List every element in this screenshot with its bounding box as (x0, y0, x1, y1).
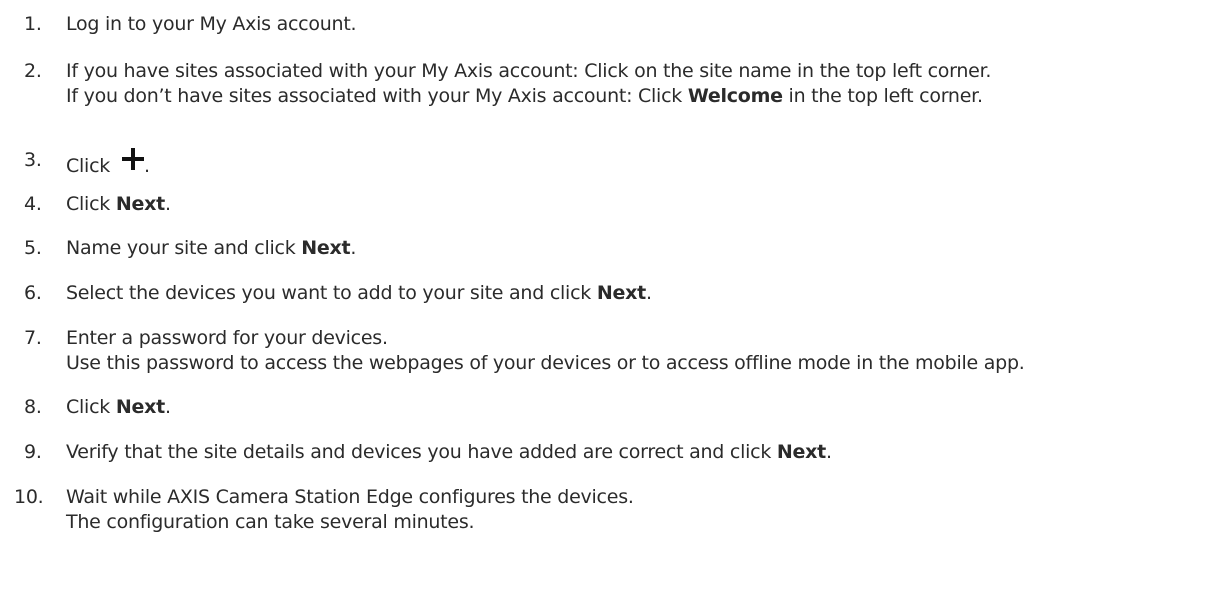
ui-label-next: Next (115, 396, 165, 418)
step-line: If you have sites associated with your M… (66, 60, 992, 82)
step-text: Select the devices you want to add to yo… (66, 281, 652, 306)
step-number: 6. (24, 282, 42, 304)
step-text: Click. (66, 148, 150, 179)
step-line: Click. (66, 148, 150, 179)
step-text: Name your site and click Next. (66, 236, 356, 261)
step-line: Name your site and click Next. (66, 237, 357, 259)
step-line: If you don’t have sites associated with … (66, 85, 983, 107)
step-number: 9. (24, 441, 42, 463)
plus-icon (122, 148, 145, 170)
step-text: Wait while AXIS Camera Station Edge conf… (66, 485, 634, 535)
step-number: 3. (24, 149, 42, 171)
step-number: 7. (24, 327, 42, 349)
step-line: The configuration can take several minut… (66, 511, 475, 533)
step-text: Click Next. (66, 192, 171, 217)
step-text: If you have sites associated with your M… (66, 59, 991, 109)
step-line: Enter a password for your devices. (66, 327, 388, 349)
step-line: Use this password to access the webpages… (66, 352, 1025, 374)
ui-label-next: Next (596, 282, 646, 304)
step-line: Log in to your My Axis account. (66, 13, 357, 35)
step-text: Verify that the site details and devices… (66, 440, 832, 465)
step-number: 4. (24, 193, 42, 215)
step-line: Wait while AXIS Camera Station Edge conf… (66, 486, 634, 508)
step-text: Log in to your My Axis account. (66, 12, 357, 37)
step-text: Enter a password for your devices. Use t… (66, 326, 1025, 376)
step-number: 5. (24, 237, 42, 259)
step-number: 8. (24, 396, 42, 418)
step-line: Click Next. (66, 396, 171, 418)
step-line: Verify that the site details and devices… (66, 441, 832, 463)
step-number: 10. (14, 486, 44, 508)
ui-label-next: Next (301, 237, 351, 259)
ui-label-welcome: Welcome (687, 85, 783, 107)
step-line: Select the devices you want to add to yo… (66, 282, 652, 304)
ui-label-next: Next (776, 441, 827, 463)
step-text: Click Next. (66, 395, 171, 420)
step-line: Click Next. (66, 193, 171, 215)
step-number: 1. (24, 13, 42, 35)
ui-label-next: Next (115, 193, 165, 215)
step-number: 2. (24, 60, 42, 82)
